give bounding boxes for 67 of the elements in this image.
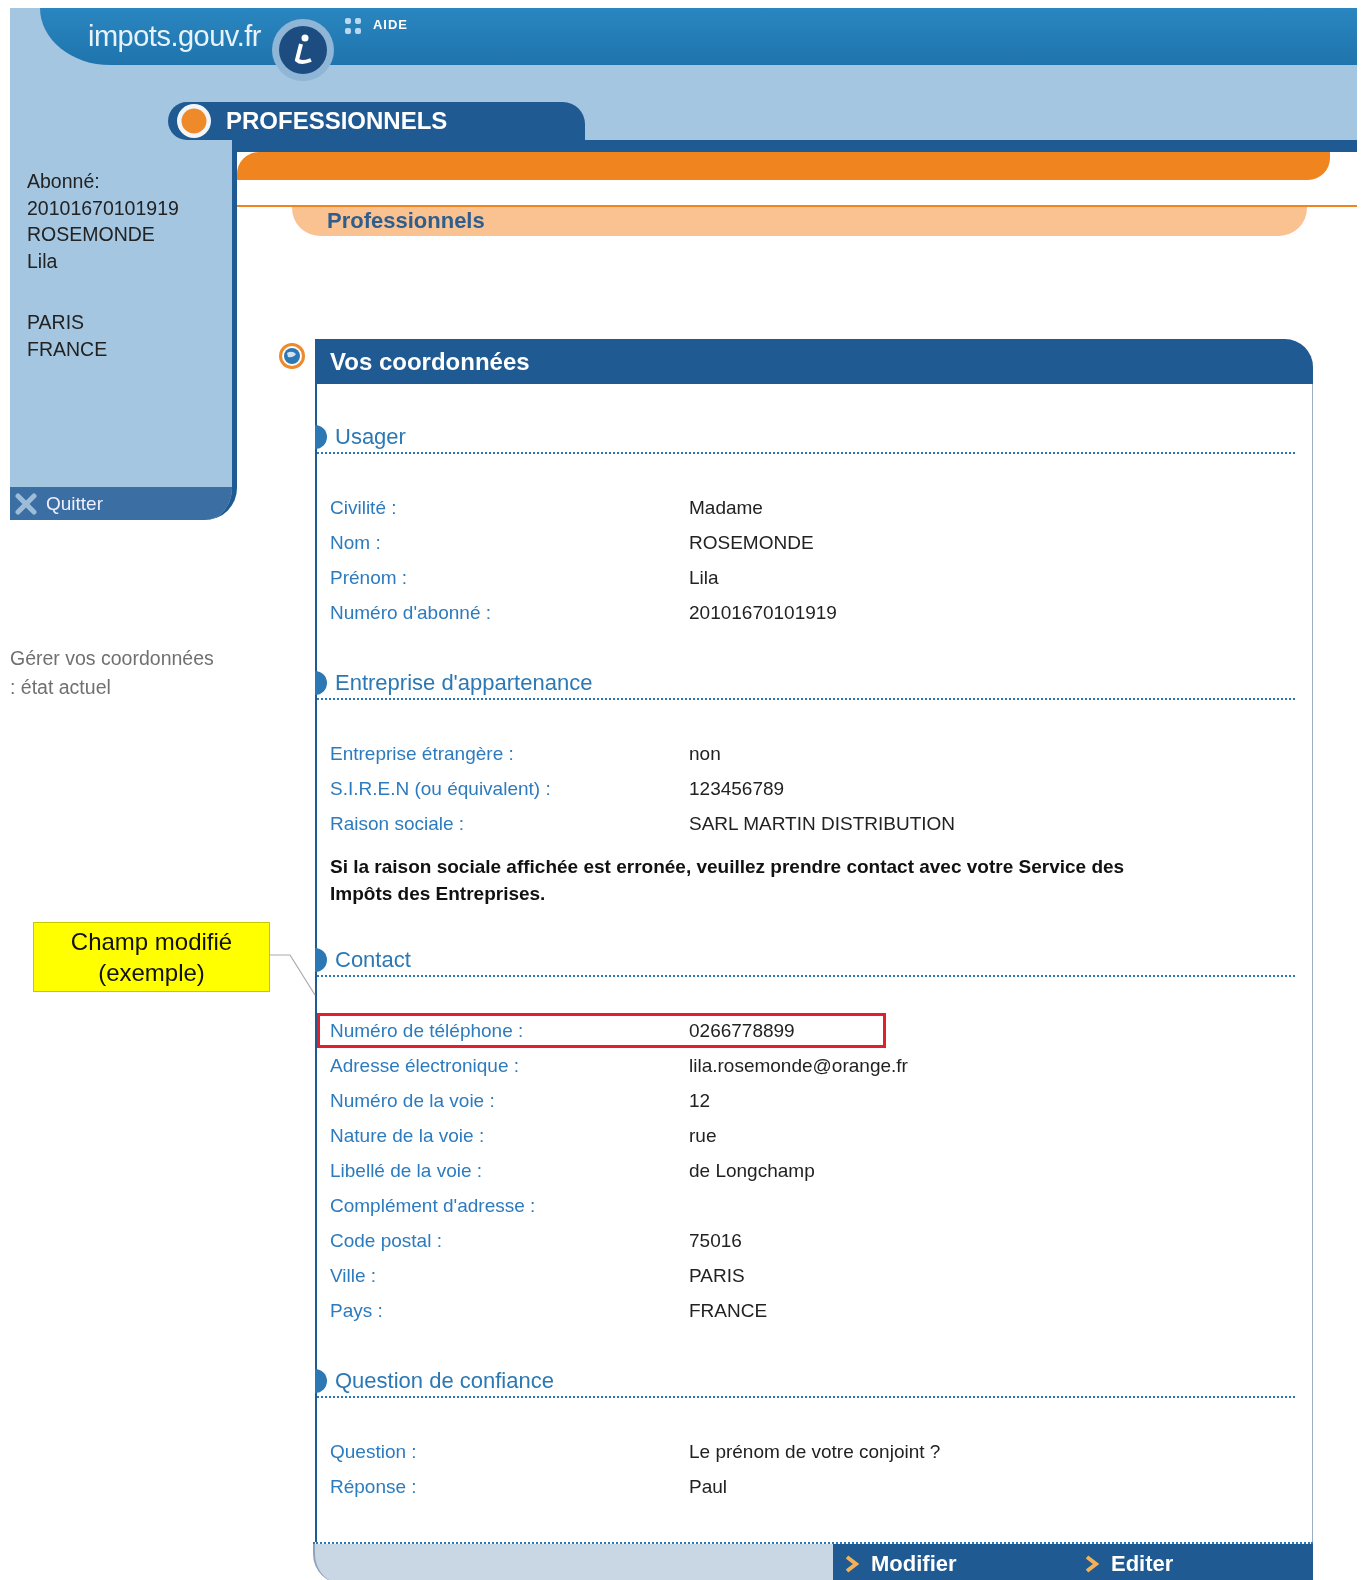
- section-title: Contact: [335, 947, 411, 973]
- circle-icon: [176, 103, 212, 139]
- chevron-icon: [1085, 1555, 1099, 1573]
- field-value: lila.rosemonde@orange.fr: [689, 1054, 909, 1077]
- field-value: Le prénom de votre conjoint ?: [689, 1440, 942, 1463]
- notice-text: Si la raison sociale affichée est erronée, veuillez prendre contact avec votre Service des Impôts des Entreprises.: [329, 855, 1126, 906]
- help-link[interactable]: AIDE: [373, 17, 409, 32]
- section-title: Usager: [335, 424, 406, 450]
- field-value: Madame: [689, 496, 764, 519]
- field-label: Numéro de la voie :: [330, 1089, 496, 1112]
- field-label: Raison sociale :: [330, 812, 466, 835]
- bullet-icon: [315, 948, 327, 972]
- field-label: Libellé de la voie :: [330, 1159, 484, 1182]
- field-label: Code postal :: [330, 1229, 443, 1252]
- section-tab[interactable]: PROFESSIONNELS: [168, 102, 585, 140]
- field-label: Numéro de téléphone :: [330, 1019, 525, 1042]
- field-value: 123456789: [689, 777, 786, 800]
- field-label: Adresse électronique :: [330, 1054, 521, 1077]
- field-value: FRANCE: [689, 1299, 769, 1322]
- subscriber-info: Lila: [27, 248, 59, 274]
- subscriber-info: ROSEMONDE: [27, 222, 156, 247]
- field-label: S.I.R.E.N (ou équivalent) :: [330, 777, 552, 800]
- subscriber-info: Abonné:: [27, 169, 101, 194]
- section-title: Question de confiance: [335, 1368, 554, 1394]
- field-value: ROSEMONDE: [689, 531, 815, 554]
- bullet-icon: [315, 671, 327, 695]
- field-label: Entreprise étrangère :: [330, 742, 515, 765]
- page-description: Gérer vos coordonnées : état actuel: [10, 646, 215, 700]
- field-value: 0266778899: [689, 1019, 796, 1042]
- bullet-icon: [315, 425, 327, 449]
- field-value: Lila: [689, 566, 720, 589]
- field-label: Numéro d'abonné :: [330, 601, 492, 624]
- field-label: Nature de la voie :: [330, 1124, 486, 1147]
- field-label: Ville :: [330, 1264, 378, 1287]
- location-info: FRANCE: [27, 336, 109, 362]
- action-button[interactable]: Modifier: [833, 1544, 1073, 1580]
- bullet-icon: [315, 1369, 327, 1393]
- field-value: rue: [689, 1124, 718, 1147]
- field-value: 75016: [689, 1229, 743, 1252]
- field-value: de Longchamp: [689, 1159, 816, 1182]
- leader-line: [270, 954, 316, 996]
- close-icon: [14, 491, 38, 516]
- field-label: Nom :: [330, 531, 382, 554]
- action-button[interactable]: Editer: [1073, 1544, 1313, 1580]
- field-value: non: [689, 742, 722, 765]
- section-title: Entreprise d'appartenance: [335, 670, 593, 696]
- subscriber-info: 20101670101919: [27, 195, 180, 221]
- field-value: Paul: [689, 1475, 729, 1498]
- field-label: Question :: [330, 1440, 418, 1463]
- field-label: Réponse :: [330, 1475, 418, 1498]
- grid-icon: [345, 18, 361, 34]
- field-label: Pays :: [330, 1299, 384, 1322]
- field-value: 12: [689, 1089, 712, 1112]
- quit-button[interactable]: Quitter: [10, 487, 232, 520]
- panel-title: Vos coordonnées: [315, 339, 1313, 384]
- field-value: 20101670101919: [689, 601, 838, 624]
- chevron-icon: [845, 1555, 859, 1573]
- sub-tab[interactable]: Professionnels: [292, 207, 1307, 236]
- callout-note: Champ modifié (exemple): [33, 922, 270, 992]
- site-logo[interactable]: impots.gouv.fr: [88, 20, 261, 53]
- field-value: PARIS: [689, 1264, 746, 1287]
- field-label: Civilité :: [330, 496, 398, 519]
- field-label: Complément d'adresse :: [330, 1194, 537, 1217]
- field-value: SARL MARTIN DISTRIBUTION: [689, 812, 957, 835]
- location-info: PARIS: [27, 310, 86, 335]
- globe-icon: [278, 342, 306, 370]
- field-label: Prénom :: [330, 566, 409, 589]
